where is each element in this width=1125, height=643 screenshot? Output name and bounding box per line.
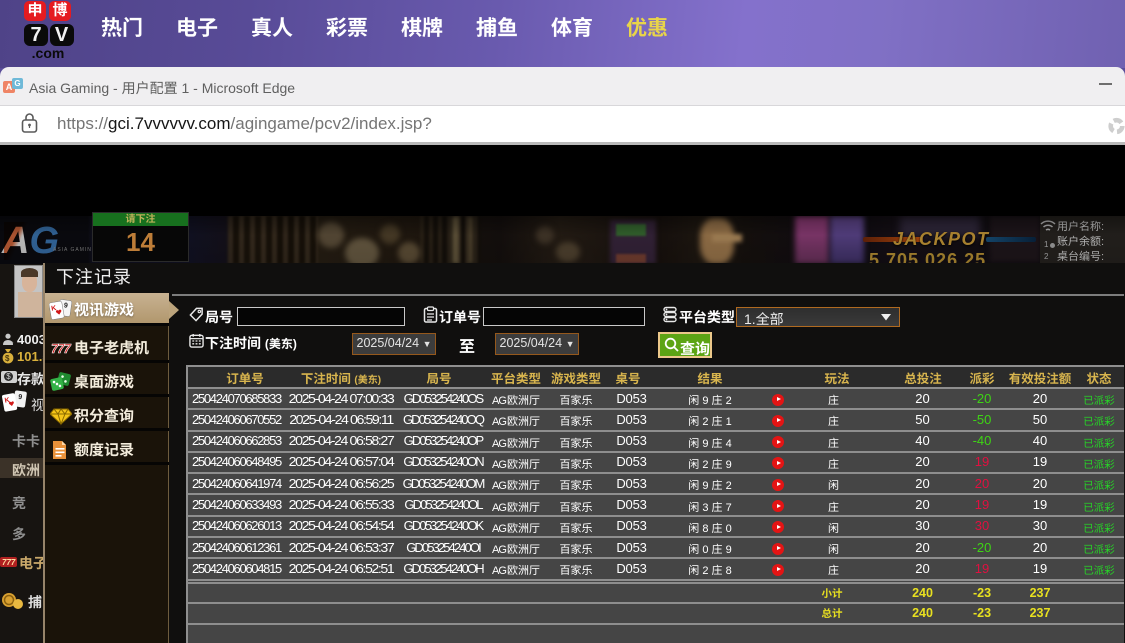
svg-text:777: 777 (2, 558, 16, 567)
svg-text:777: 777 (51, 341, 71, 356)
svg-text:*: * (11, 342, 14, 346)
svg-text:$: $ (5, 354, 10, 363)
